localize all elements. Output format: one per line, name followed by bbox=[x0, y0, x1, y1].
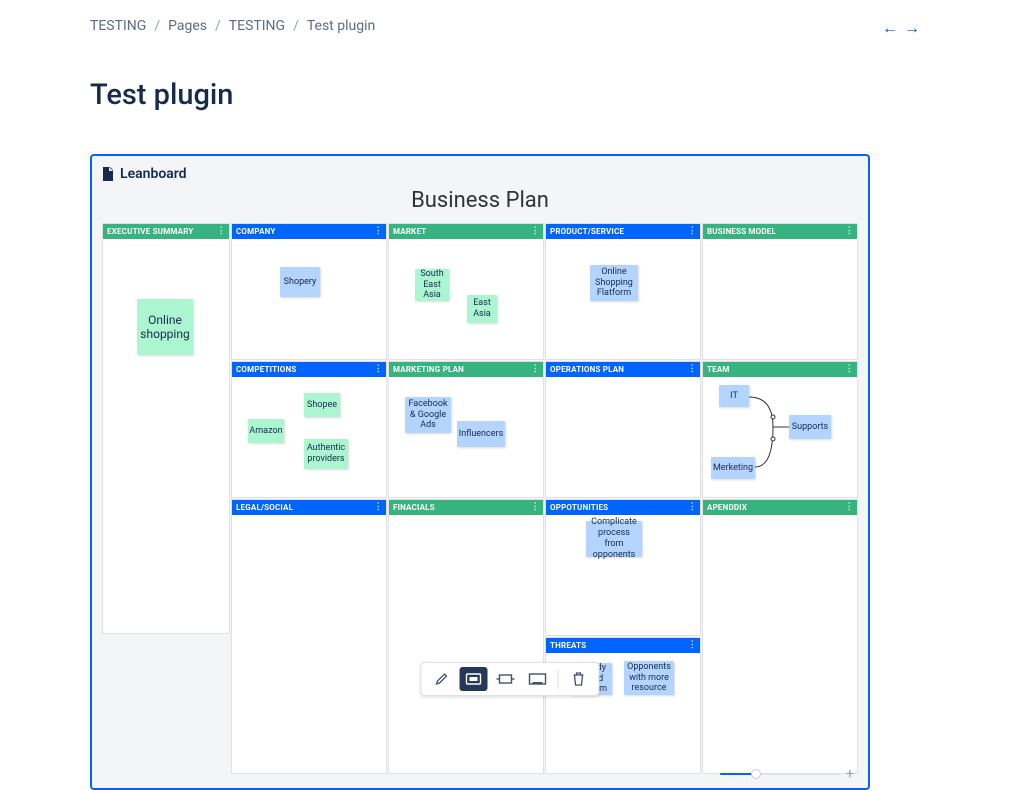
section-menu-icon[interactable]: ⋮ bbox=[374, 226, 383, 236]
section-marketing-plan: MARKETING PLAN⋮ Facebook & Google Ads In… bbox=[388, 361, 544, 498]
plus-icon[interactable]: + bbox=[846, 766, 854, 782]
section-market: MARKET⋮ South East Asia East Asia bbox=[388, 223, 544, 360]
section-menu-icon[interactable]: ⋮ bbox=[688, 226, 697, 236]
align-wide-icon bbox=[497, 674, 515, 684]
section-header[interactable]: COMPETITIONS⋮ bbox=[232, 362, 386, 377]
section-menu-icon[interactable]: ⋮ bbox=[845, 502, 854, 512]
section-header[interactable]: FINACIALS⋮ bbox=[389, 500, 543, 515]
section-header[interactable]: OPERATIONS PLAN⋮ bbox=[546, 362, 700, 377]
section-threats: THREATS⋮ Already based flatform Opponent… bbox=[545, 637, 701, 774]
section-competitions: COMPETITIONS⋮ Shopee Amazon Authentic pr… bbox=[231, 361, 387, 498]
section-menu-icon[interactable]: ⋮ bbox=[531, 364, 540, 374]
sticky-note[interactable]: Facebook & Google Ads bbox=[405, 397, 451, 433]
section-menu-icon[interactable]: ⋮ bbox=[688, 640, 697, 650]
section-executive-summary: EXECUTIVE SUMMARY⋮ Online shopping bbox=[102, 223, 230, 634]
document-icon bbox=[102, 167, 114, 181]
breadcrumb-separator: / bbox=[215, 18, 221, 34]
sticky-note[interactable]: Influencers bbox=[457, 421, 505, 447]
sticky-note[interactable]: Amazon bbox=[248, 419, 284, 443]
section-header[interactable]: OPPOTUNITIES⋮ bbox=[546, 500, 700, 515]
sticky-note[interactable]: East Asia bbox=[467, 295, 497, 323]
section-product: PRODUCT/SERVICE⋮ Online Shopping Flatfor… bbox=[545, 223, 701, 360]
section-header[interactable]: BUSINESS MODEL⋮ bbox=[703, 224, 857, 239]
sticky-note[interactable]: Online shopping bbox=[137, 299, 193, 355]
section-operations-plan: OPERATIONS PLAN⋮ bbox=[545, 361, 701, 498]
sticky-note[interactable]: Supports bbox=[789, 415, 831, 439]
section-header[interactable]: EXECUTIVE SUMMARY⋮ bbox=[103, 224, 229, 239]
breadcrumb-separator: / bbox=[293, 18, 299, 34]
sticky-note[interactable]: Merketing bbox=[711, 457, 755, 479]
section-header[interactable]: TEAM⋮ bbox=[703, 362, 857, 377]
section-menu-icon[interactable]: ⋮ bbox=[374, 364, 383, 374]
section-menu-icon[interactable]: ⋮ bbox=[374, 502, 383, 512]
section-header[interactable]: PRODUCT/SERVICE⋮ bbox=[546, 224, 700, 239]
section-header[interactable]: MARKETING PLAN⋮ bbox=[389, 362, 543, 377]
section-header[interactable]: COMPANY⋮ bbox=[232, 224, 386, 239]
section-company: COMPANY⋮ Shopery bbox=[231, 223, 387, 360]
edit-button[interactable] bbox=[428, 667, 456, 691]
section-header[interactable]: MARKET⋮ bbox=[389, 224, 543, 239]
breadcrumb-item[interactable]: Pages bbox=[168, 18, 207, 34]
section-menu-icon[interactable]: ⋮ bbox=[531, 502, 540, 512]
toolbar-separator bbox=[558, 669, 559, 689]
align-center-icon bbox=[466, 673, 482, 685]
section-menu-icon[interactable]: ⋮ bbox=[688, 364, 697, 374]
breadcrumb: TESTING / Pages / TESTING / Test plugin bbox=[90, 18, 930, 34]
trash-icon bbox=[573, 672, 585, 686]
section-business-model: BUSINESS MODEL⋮ bbox=[702, 223, 858, 360]
zoom-slider[interactable]: + bbox=[720, 766, 854, 782]
breadcrumb-item[interactable]: TESTING bbox=[90, 18, 146, 34]
delete-button[interactable] bbox=[565, 667, 593, 691]
section-appendix: APENDDIX⋮ bbox=[702, 499, 858, 774]
sticky-note[interactable]: South East Asia bbox=[415, 269, 449, 301]
breadcrumb-item[interactable]: TESTING bbox=[229, 18, 285, 34]
section-header[interactable]: THREATS⋮ bbox=[546, 638, 700, 653]
pencil-icon bbox=[435, 672, 449, 686]
align-full-icon bbox=[529, 673, 547, 685]
edit-toolbar bbox=[421, 662, 600, 696]
view-center-button[interactable] bbox=[460, 667, 488, 691]
view-wide-button[interactable] bbox=[492, 667, 520, 691]
sticky-note[interactable]: IT bbox=[719, 385, 749, 407]
sticky-note[interactable]: Online Shopping Flatform bbox=[590, 265, 638, 301]
page-title: Test plugin bbox=[90, 78, 930, 112]
sticky-note[interactable]: Authentic providers bbox=[304, 439, 348, 469]
arrow-right-icon[interactable]: → bbox=[904, 18, 920, 38]
section-menu-icon[interactable]: ⋮ bbox=[845, 364, 854, 374]
section-menu-icon[interactable]: ⋮ bbox=[845, 226, 854, 236]
section-header[interactable]: LEGAL/SOCIAL⋮ bbox=[232, 500, 386, 515]
sticky-note[interactable]: Opponents with more resource bbox=[624, 661, 674, 695]
section-legal-social: LEGAL/SOCIAL⋮ bbox=[231, 499, 387, 774]
section-team: TEAM⋮ IT Supports Merketing bbox=[702, 361, 858, 498]
view-full-button[interactable] bbox=[524, 667, 552, 691]
section-menu-icon[interactable]: ⋮ bbox=[217, 226, 226, 236]
arrow-left-icon[interactable]: ← bbox=[882, 18, 898, 38]
breadcrumb-separator: / bbox=[154, 18, 160, 34]
section-stack-opportunities-threats: OPPOTUNITIES⋮ Complicate process from op… bbox=[545, 499, 701, 774]
section-header[interactable]: APENDDIX⋮ bbox=[703, 500, 857, 515]
sticky-note[interactable]: Shopee bbox=[304, 393, 340, 417]
sticky-note[interactable]: Complicate process from opponents bbox=[586, 521, 642, 557]
section-financials: FINACIALS⋮ bbox=[388, 499, 544, 774]
section-menu-icon[interactable]: ⋮ bbox=[688, 502, 697, 512]
board-title: Business Plan bbox=[102, 188, 858, 213]
sticky-note[interactable]: Shopery bbox=[280, 267, 320, 297]
section-menu-icon[interactable]: ⋮ bbox=[531, 226, 540, 236]
breadcrumb-item[interactable]: Test plugin bbox=[307, 18, 375, 34]
panel-label: Leanboard bbox=[120, 166, 187, 182]
section-opportunities: OPPOTUNITIES⋮ Complicate process from op… bbox=[545, 499, 701, 636]
